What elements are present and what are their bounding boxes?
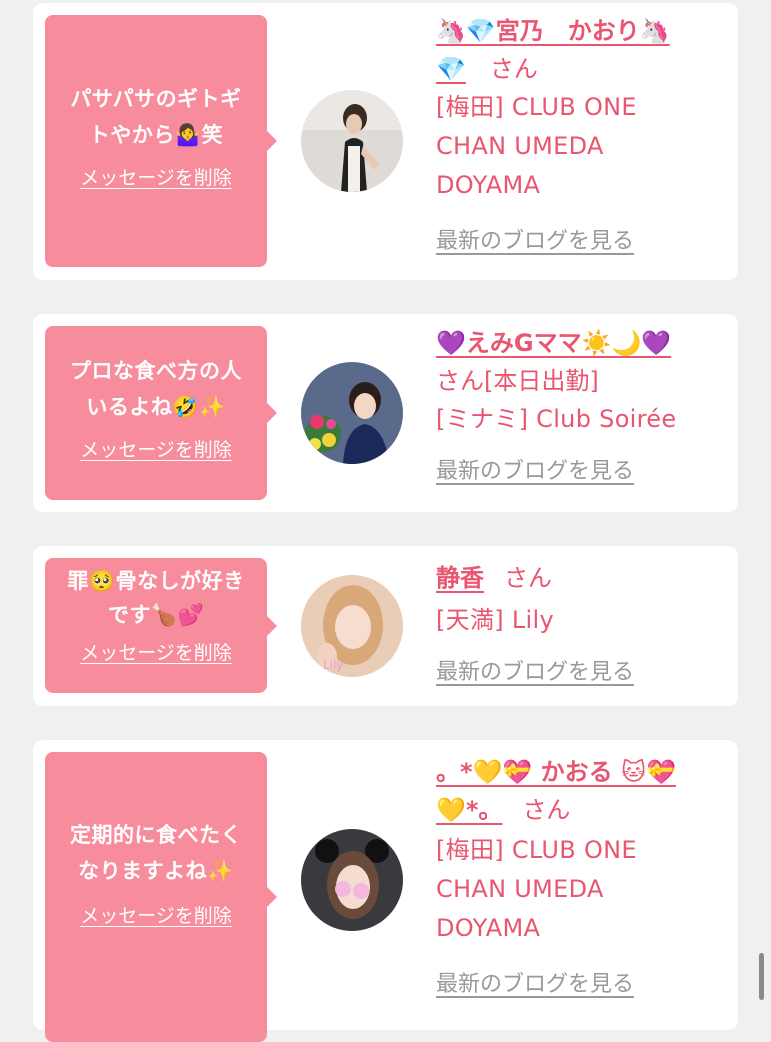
- avatar-photo: [301, 90, 403, 192]
- cast-name-line: 💜えみGママ☀️🌙💜 さん[本日出勤]: [436, 324, 726, 400]
- shop-name: [梅田] CLUB ONE CHAN UMEDA DOYAMA: [436, 88, 726, 205]
- shop-line: DOYAMA: [436, 171, 541, 199]
- shop-line: DOYAMA: [436, 914, 541, 942]
- delete-message-link[interactable]: メッセージを削除: [80, 901, 232, 928]
- message-text: 定期的に食べたく なりますよね✨: [51, 752, 261, 889]
- message-text-line: なりますよね✨: [78, 859, 234, 883]
- message-bubble: プロな食べ方の人 いるよね🤣✨ メッセージを削除: [45, 326, 277, 500]
- message-text-line: 罪🥺骨なしが好き: [67, 569, 245, 593]
- latest-blog-link[interactable]: 最新のブログを見る: [436, 966, 634, 998]
- shop-line: CHAN UMEDA: [436, 875, 604, 903]
- message-card: 罪🥺骨なしが好き です🍗💕 メッセージを削除 Lily 静香 さん [天満] Li…: [33, 546, 738, 706]
- shop-line: [梅田] CLUB ONE: [436, 836, 637, 864]
- cast-name-line: 静香 さん: [436, 559, 726, 597]
- message-text-line: パサパサのギトギ: [70, 87, 242, 111]
- message-bubble: 定期的に食べたく なりますよね✨ メッセージを削除: [45, 752, 277, 1042]
- cast-info: 🦄💎宮乃 かおり🦄 💎 さん [梅田] CLUB ONE CHAN UMEDA DO…: [436, 12, 726, 255]
- cast-name-suffix: さん: [522, 796, 571, 824]
- avatar-photo: [301, 362, 403, 464]
- message-text-line: です🍗💕: [107, 603, 205, 627]
- scrollbar-thumb[interactable]: [759, 953, 764, 1000]
- message-card: 定期的に食べたく なりますよね✨ メッセージを削除 。*💛💝 かおる 🐱💝 💛*。…: [33, 740, 738, 1042]
- message-text-line: いるよね🤣✨: [86, 395, 226, 419]
- cast-info: 静香 さん [天満] Lily 最新のブログを見る: [436, 559, 726, 686]
- avatar[interactable]: Lily: [301, 575, 403, 677]
- cast-name-link[interactable]: 🦄💎宮乃 かおり🦄 💎: [436, 17, 670, 83]
- message-text-line: 定期的に食べたく: [70, 823, 242, 847]
- latest-blog-link[interactable]: 最新のブログを見る: [436, 223, 634, 255]
- cast-name-line: 。*💛💝 かおる 🐱💝 💛*。 さん: [436, 753, 726, 829]
- message-card: プロな食べ方の人 いるよね🤣✨ メッセージを削除 💜えみGママ☀️🌙💜 さん[本日…: [33, 314, 738, 512]
- shop-name: [梅田] CLUB ONE CHAN UMEDA DOYAMA: [436, 831, 726, 948]
- latest-blog-link[interactable]: 最新のブログを見る: [436, 654, 634, 686]
- avatar[interactable]: [301, 829, 403, 931]
- message-feed: パサパサのギトギ トやから🤷‍♀️笑 メッセージを削除 🦄💎宮乃 かおり🦄 💎 さん: [0, 0, 771, 1042]
- shop-line: [梅田] CLUB ONE: [436, 93, 637, 121]
- cast-name-suffix: さん: [504, 564, 552, 592]
- message-text: パサパサのギトギ トやから🤷‍♀️笑: [51, 15, 261, 153]
- avatar[interactable]: [301, 362, 403, 464]
- latest-blog-link[interactable]: 最新のブログを見る: [436, 453, 634, 485]
- message-text-line: プロな食べ方の人: [70, 359, 242, 383]
- delete-message-link[interactable]: メッセージを削除: [80, 435, 232, 462]
- avatar-photo: [301, 829, 403, 931]
- shop-name: [天満] Lily: [436, 601, 726, 640]
- cast-info: 💜えみGママ☀️🌙💜 さん[本日出勤] [ミナミ] Club Soirée 最新の…: [436, 324, 726, 485]
- shop-line: [ミナミ] Club Soirée: [436, 405, 677, 433]
- message-text: 罪🥺骨なしが好き です🍗💕: [51, 558, 261, 632]
- cast-info: 。*💛💝 かおる 🐱💝 💛*。 さん [梅田] CLUB ONE CHAN UMED…: [436, 753, 726, 998]
- cast-name-suffix: さん: [489, 55, 538, 83]
- message-text: プロな食べ方の人 いるよね🤣✨: [51, 326, 261, 425]
- message-text-line: トやから🤷‍♀️笑: [88, 123, 224, 147]
- shop-line: CHAN UMEDA: [436, 132, 604, 160]
- shop-name: [ミナミ] Club Soirée: [436, 400, 726, 439]
- avatar-photo: Lily: [301, 575, 403, 677]
- cast-name-link[interactable]: 💜えみGママ☀️🌙💜: [436, 329, 671, 357]
- svg-text:Lily: Lily: [323, 658, 343, 672]
- message-bubble: パサパサのギトギ トやから🤷‍♀️笑 メッセージを削除: [45, 15, 277, 267]
- delete-message-link[interactable]: メッセージを削除: [80, 163, 232, 190]
- message-card: パサパサのギトギ トやから🤷‍♀️笑 メッセージを削除 🦄💎宮乃 かおり🦄 💎 さん: [33, 3, 738, 280]
- cast-name-suffix: さん[本日出勤]: [436, 367, 599, 395]
- cast-name-line: 🦄💎宮乃 かおり🦄 💎 さん: [436, 12, 726, 88]
- delete-message-link[interactable]: メッセージを削除: [80, 638, 232, 665]
- shop-line: [天満] Lily: [436, 606, 554, 634]
- avatar[interactable]: [301, 90, 403, 192]
- message-bubble: 罪🥺骨なしが好き です🍗💕 メッセージを削除: [45, 558, 277, 693]
- cast-name-link[interactable]: 静香: [436, 564, 484, 592]
